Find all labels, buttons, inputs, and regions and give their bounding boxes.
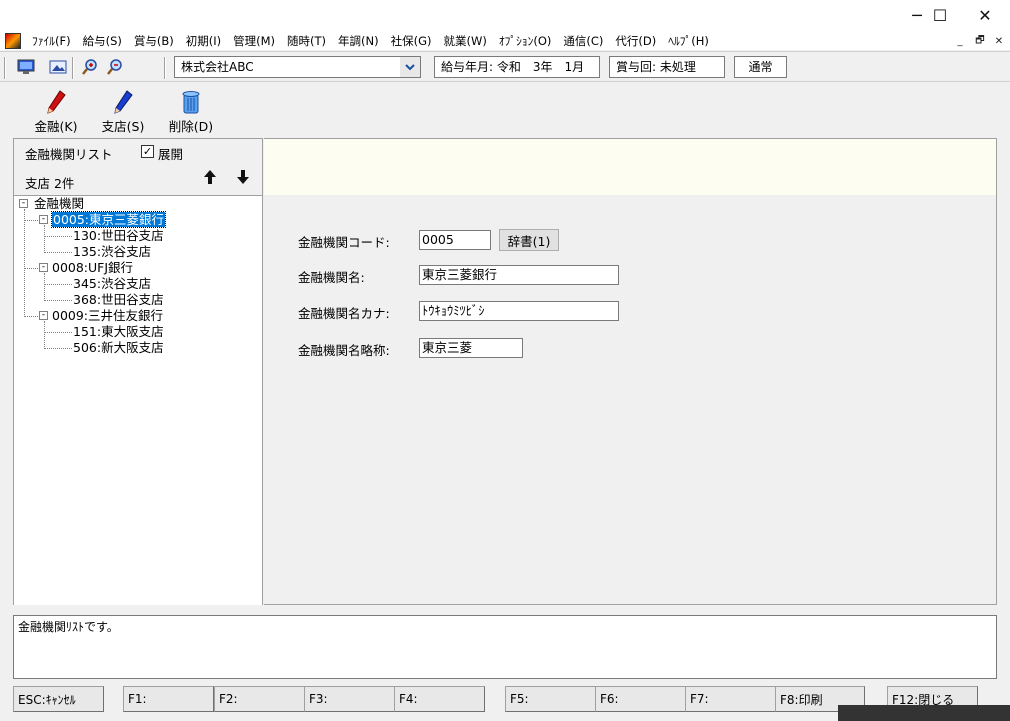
bank-kana-input[interactable]: ﾄｳｷｮｳﾐﾂﾋﾞｼ bbox=[419, 301, 619, 321]
menu-manage[interactable]: 管理(M) bbox=[227, 33, 281, 49]
f3-button[interactable]: F3: bbox=[304, 686, 395, 712]
bank-button[interactable]: 金融(K) bbox=[26, 89, 86, 135]
tree-branch[interactable]: 506:新大阪支店 bbox=[73, 340, 164, 356]
menu-proxy[interactable]: 代行(D) bbox=[609, 33, 662, 49]
menu-initial[interactable]: 初期(I) bbox=[180, 33, 227, 49]
chevron-down-icon[interactable] bbox=[400, 56, 421, 78]
mdi-minimize-button[interactable]: _ bbox=[952, 33, 968, 49]
tree-line bbox=[44, 284, 72, 285]
tree-line bbox=[44, 252, 72, 253]
menu-bonus[interactable]: 賞与(B) bbox=[128, 33, 180, 49]
mdi-close-button[interactable]: ✕ bbox=[991, 33, 1007, 49]
maximize-button[interactable]: ☐ bbox=[917, 0, 963, 31]
tree-branch[interactable]: 130:世田谷支店 bbox=[73, 228, 164, 244]
menu-communication[interactable]: 通信(C) bbox=[557, 33, 609, 49]
f4-button[interactable]: F4: bbox=[394, 686, 485, 712]
title-bar: ─ ☐ ✕ bbox=[0, 0, 1010, 31]
tree-line bbox=[44, 321, 45, 349]
tree-bank[interactable]: 0008:UFJ銀行 bbox=[52, 260, 133, 276]
zoom-in-icon[interactable] bbox=[79, 57, 101, 77]
f6-button[interactable]: F6: bbox=[595, 686, 686, 712]
bonus-display: 賞与回: 未処理 bbox=[609, 56, 725, 78]
tree-line bbox=[24, 209, 25, 317]
mdi-restore-button[interactable]: 🗗 bbox=[972, 33, 988, 49]
esc-cancel-button[interactable]: ESC:ｷｬﾝｾﾙ bbox=[13, 686, 104, 712]
tree-line bbox=[24, 268, 38, 269]
tree-line bbox=[24, 220, 38, 221]
tree-bank[interactable]: 0005:東京三菱銀行 bbox=[50, 211, 167, 228]
f2-button[interactable]: F2: bbox=[214, 686, 305, 712]
tree-line bbox=[44, 236, 72, 237]
trash-icon bbox=[182, 91, 200, 114]
branch-count: 支店 2件 bbox=[25, 176, 75, 191]
collapse-toggle[interactable]: - bbox=[39, 263, 48, 272]
tree-line bbox=[44, 225, 45, 253]
detail-form bbox=[264, 195, 997, 605]
picture-icon[interactable] bbox=[47, 57, 69, 77]
close-button[interactable]: ✕ bbox=[962, 0, 1008, 31]
move-down-icon[interactable] bbox=[234, 168, 252, 186]
tree-bank-label[interactable]: 0005:東京三菱銀行 bbox=[50, 211, 167, 228]
pay-period-display: 給与年月: 令和 3年 1月 bbox=[434, 56, 600, 78]
toolbar-separator bbox=[72, 57, 74, 79]
menu-salary[interactable]: 給与(S) bbox=[77, 33, 128, 49]
tree-line bbox=[44, 348, 72, 349]
dictionary-button[interactable]: 辞書(1) bbox=[499, 229, 559, 251]
monitor-icon[interactable] bbox=[15, 57, 37, 77]
app-icon[interactable] bbox=[5, 32, 21, 49]
bank-short-name-input[interactable]: 東京三菱 bbox=[419, 338, 523, 358]
branch-button[interactable]: 支店(S) bbox=[93, 89, 153, 135]
menu-bar: ﾌｧｲﾙ(F) 給与(S) 賞与(B) 初期(I) 管理(M) 随時(T) 年調… bbox=[0, 31, 1010, 50]
tree-branch[interactable]: 151:東大阪支店 bbox=[73, 324, 164, 340]
bank-code-input[interactable]: 0005 bbox=[419, 230, 491, 250]
f5-button[interactable]: F5: bbox=[505, 686, 596, 712]
message-box: 金融機関ﾘｽﾄです。 bbox=[13, 615, 997, 679]
bank-list-title: 金融機関リスト bbox=[25, 147, 113, 162]
menu-options[interactable]: ｵﾌﾟｼｮﾝ(O) bbox=[493, 33, 558, 49]
expand-checkbox[interactable]: ✓ bbox=[141, 145, 154, 158]
move-up-icon[interactable] bbox=[201, 168, 219, 186]
menu-file[interactable]: ﾌｧｲﾙ(F) bbox=[26, 33, 77, 49]
bank-name-input[interactable]: 東京三菱銀行 bbox=[419, 265, 619, 285]
mode-display: 通常 bbox=[734, 56, 787, 78]
bank-button-label: 金融(K) bbox=[34, 119, 78, 134]
branch-button-label: 支店(S) bbox=[101, 119, 145, 134]
taskbar-strip bbox=[838, 705, 1010, 721]
toolbar-separator bbox=[4, 57, 6, 79]
zoom-out-icon[interactable] bbox=[104, 57, 126, 77]
detail-header bbox=[264, 138, 997, 195]
bank-short-name-label: 金融機関名略称: bbox=[298, 343, 390, 358]
collapse-toggle[interactable]: - bbox=[19, 199, 28, 208]
menu-anytime[interactable]: 随時(T) bbox=[281, 33, 332, 49]
red-pen-icon bbox=[47, 90, 66, 114]
tree-line bbox=[44, 300, 72, 301]
toolbar-separator bbox=[164, 57, 166, 79]
tree-branch[interactable]: 345:渋谷支店 bbox=[73, 276, 151, 292]
expand-label: 展開 bbox=[158, 147, 184, 162]
menu-year-end[interactable]: 年調(N) bbox=[332, 33, 385, 49]
company-select[interactable]: 株式会社ABC bbox=[174, 56, 401, 78]
f1-button[interactable]: F1: bbox=[123, 686, 214, 712]
menu-social-insurance[interactable]: 社保(G) bbox=[385, 33, 438, 49]
collapse-toggle[interactable]: - bbox=[39, 215, 48, 224]
menu-work[interactable]: 就業(W) bbox=[438, 33, 493, 49]
f7-button[interactable]: F7: bbox=[685, 686, 776, 712]
toolbar: 株式会社ABC 給与年月: 令和 3年 1月 賞与回: 未処理 通常 bbox=[0, 51, 1010, 82]
menu-help[interactable]: ﾍﾙﾌﾟ(H) bbox=[662, 33, 715, 49]
tree-line bbox=[44, 332, 72, 333]
delete-button[interactable]: 削除(D) bbox=[161, 89, 221, 135]
tree-line bbox=[44, 273, 45, 301]
collapse-toggle[interactable]: - bbox=[39, 311, 48, 320]
bank-kana-label: 金融機関名カナ: bbox=[298, 306, 390, 321]
tree-line bbox=[24, 316, 38, 317]
delete-button-label: 削除(D) bbox=[168, 119, 214, 134]
tree-branch[interactable]: 135:渋谷支店 bbox=[73, 244, 151, 260]
bank-tree[interactable]: - 金融機関 - 0005:東京三菱銀行 130:世田谷支店 135:渋谷支店 … bbox=[14, 195, 262, 605]
tree-branch[interactable]: 368:世田谷支店 bbox=[73, 292, 164, 308]
blue-pen-icon bbox=[114, 90, 133, 114]
tree-bank[interactable]: 0009:三井住友銀行 bbox=[52, 308, 163, 324]
bank-code-label: 金融機関コード: bbox=[298, 235, 390, 250]
bank-name-label: 金融機関名: bbox=[298, 270, 365, 285]
tree-root[interactable]: 金融機関 bbox=[34, 196, 84, 212]
